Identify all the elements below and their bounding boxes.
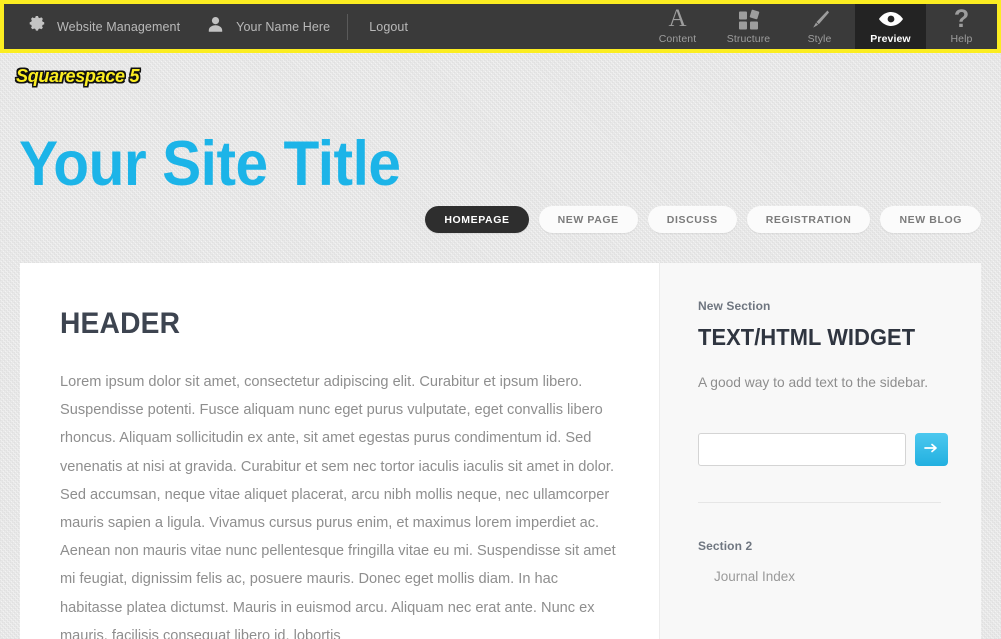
sidebar-search-row xyxy=(698,433,948,466)
toolbar-tab-preview-label: Preview xyxy=(870,33,911,45)
site-title[interactable]: Your Site Title xyxy=(19,127,401,201)
toolbar-tab-help[interactable]: ? Help xyxy=(926,4,997,49)
nav-item-new-blog-label: NEW BLOG xyxy=(899,213,962,226)
nav-item-registration[interactable]: REGISTRATION xyxy=(746,206,871,233)
nav-item-registration-label: REGISTRATION xyxy=(765,213,852,226)
paintbrush-icon xyxy=(809,8,831,30)
blocks-icon xyxy=(738,8,760,30)
toolbar-tab-structure-label: Structure xyxy=(726,33,771,45)
sidebar-widget-body: A good way to add text to the sidebar. xyxy=(698,375,929,390)
nav-item-new-page-label: NEW PAGE xyxy=(557,213,619,226)
nav-item-discuss[interactable]: DISCUSS xyxy=(647,206,737,233)
person-icon xyxy=(206,15,225,39)
eye-icon xyxy=(878,8,904,30)
admin-toolbar-nav-group: A Content Structure Style Preview ? Help xyxy=(642,4,997,49)
nav-item-homepage[interactable]: HOMEPAGE xyxy=(425,206,529,233)
admin-toolbar: Website Management Your Name Here Logout… xyxy=(0,0,1001,53)
question-mark-icon: ? xyxy=(953,5,970,33)
content-block-body: Lorem ipsum dolor sit amet, consectetur … xyxy=(60,374,616,639)
website-management-button[interactable]: Website Management xyxy=(13,4,193,49)
sidebar-section-2-label: Section 2 xyxy=(698,539,753,553)
admin-toolbar-left-group: Website Management Your Name Here Logout xyxy=(4,4,642,49)
logout-label: Logout xyxy=(369,19,409,34)
toolbar-tab-content[interactable]: A Content xyxy=(642,4,713,49)
sidebar-column: New Section TEXT/HTML WIDGET A good way … xyxy=(660,263,981,639)
website-management-label: Website Management xyxy=(57,19,181,34)
sidebar-search-input[interactable] xyxy=(698,433,906,466)
toolbar-tab-help-label: Help xyxy=(950,33,973,45)
content-block-header: HEADER xyxy=(60,307,181,340)
sidebar-search-submit-button[interactable] xyxy=(915,433,948,466)
nav-item-homepage-label: HOMEPAGE xyxy=(444,213,510,226)
main-navigation: HOMEPAGE NEW PAGE DISCUSS REGISTRATION N… xyxy=(425,206,981,233)
letter-a-icon: A xyxy=(668,5,687,32)
main-content-column: HEADER Lorem ipsum dolor sit amet, conse… xyxy=(20,263,660,639)
user-name-label: Your Name Here xyxy=(236,19,331,34)
content-panel: HEADER Lorem ipsum dolor sit amet, conse… xyxy=(20,263,981,639)
user-account-button[interactable]: Your Name Here xyxy=(193,4,343,49)
toolbar-divider xyxy=(347,13,349,40)
nav-item-new-page[interactable]: NEW PAGE xyxy=(538,206,638,233)
arrow-right-icon xyxy=(924,433,939,466)
nav-item-discuss-label: DISCUSS xyxy=(666,213,718,226)
toolbar-tab-preview[interactable]: Preview xyxy=(855,4,926,49)
toolbar-tab-style-label: Style xyxy=(807,33,832,45)
gear-icon xyxy=(26,14,46,39)
nav-item-new-blog[interactable]: NEW BLOG xyxy=(880,206,981,233)
toolbar-tab-style[interactable]: Style xyxy=(784,4,855,49)
sidebar-divider xyxy=(698,502,941,503)
toolbar-tab-structure[interactable]: Structure xyxy=(713,4,784,49)
sidebar-journal-index-link[interactable]: Journal Index xyxy=(714,569,948,584)
squarespace-logo[interactable]: Squarespace 5 xyxy=(16,66,139,87)
sidebar-section-1-label: New Section xyxy=(698,299,771,313)
toolbar-tab-content-label: Content xyxy=(658,33,697,45)
sidebar-widget-title: TEXT/HTML WIDGET xyxy=(698,324,916,350)
logout-button[interactable]: Logout xyxy=(352,4,421,49)
